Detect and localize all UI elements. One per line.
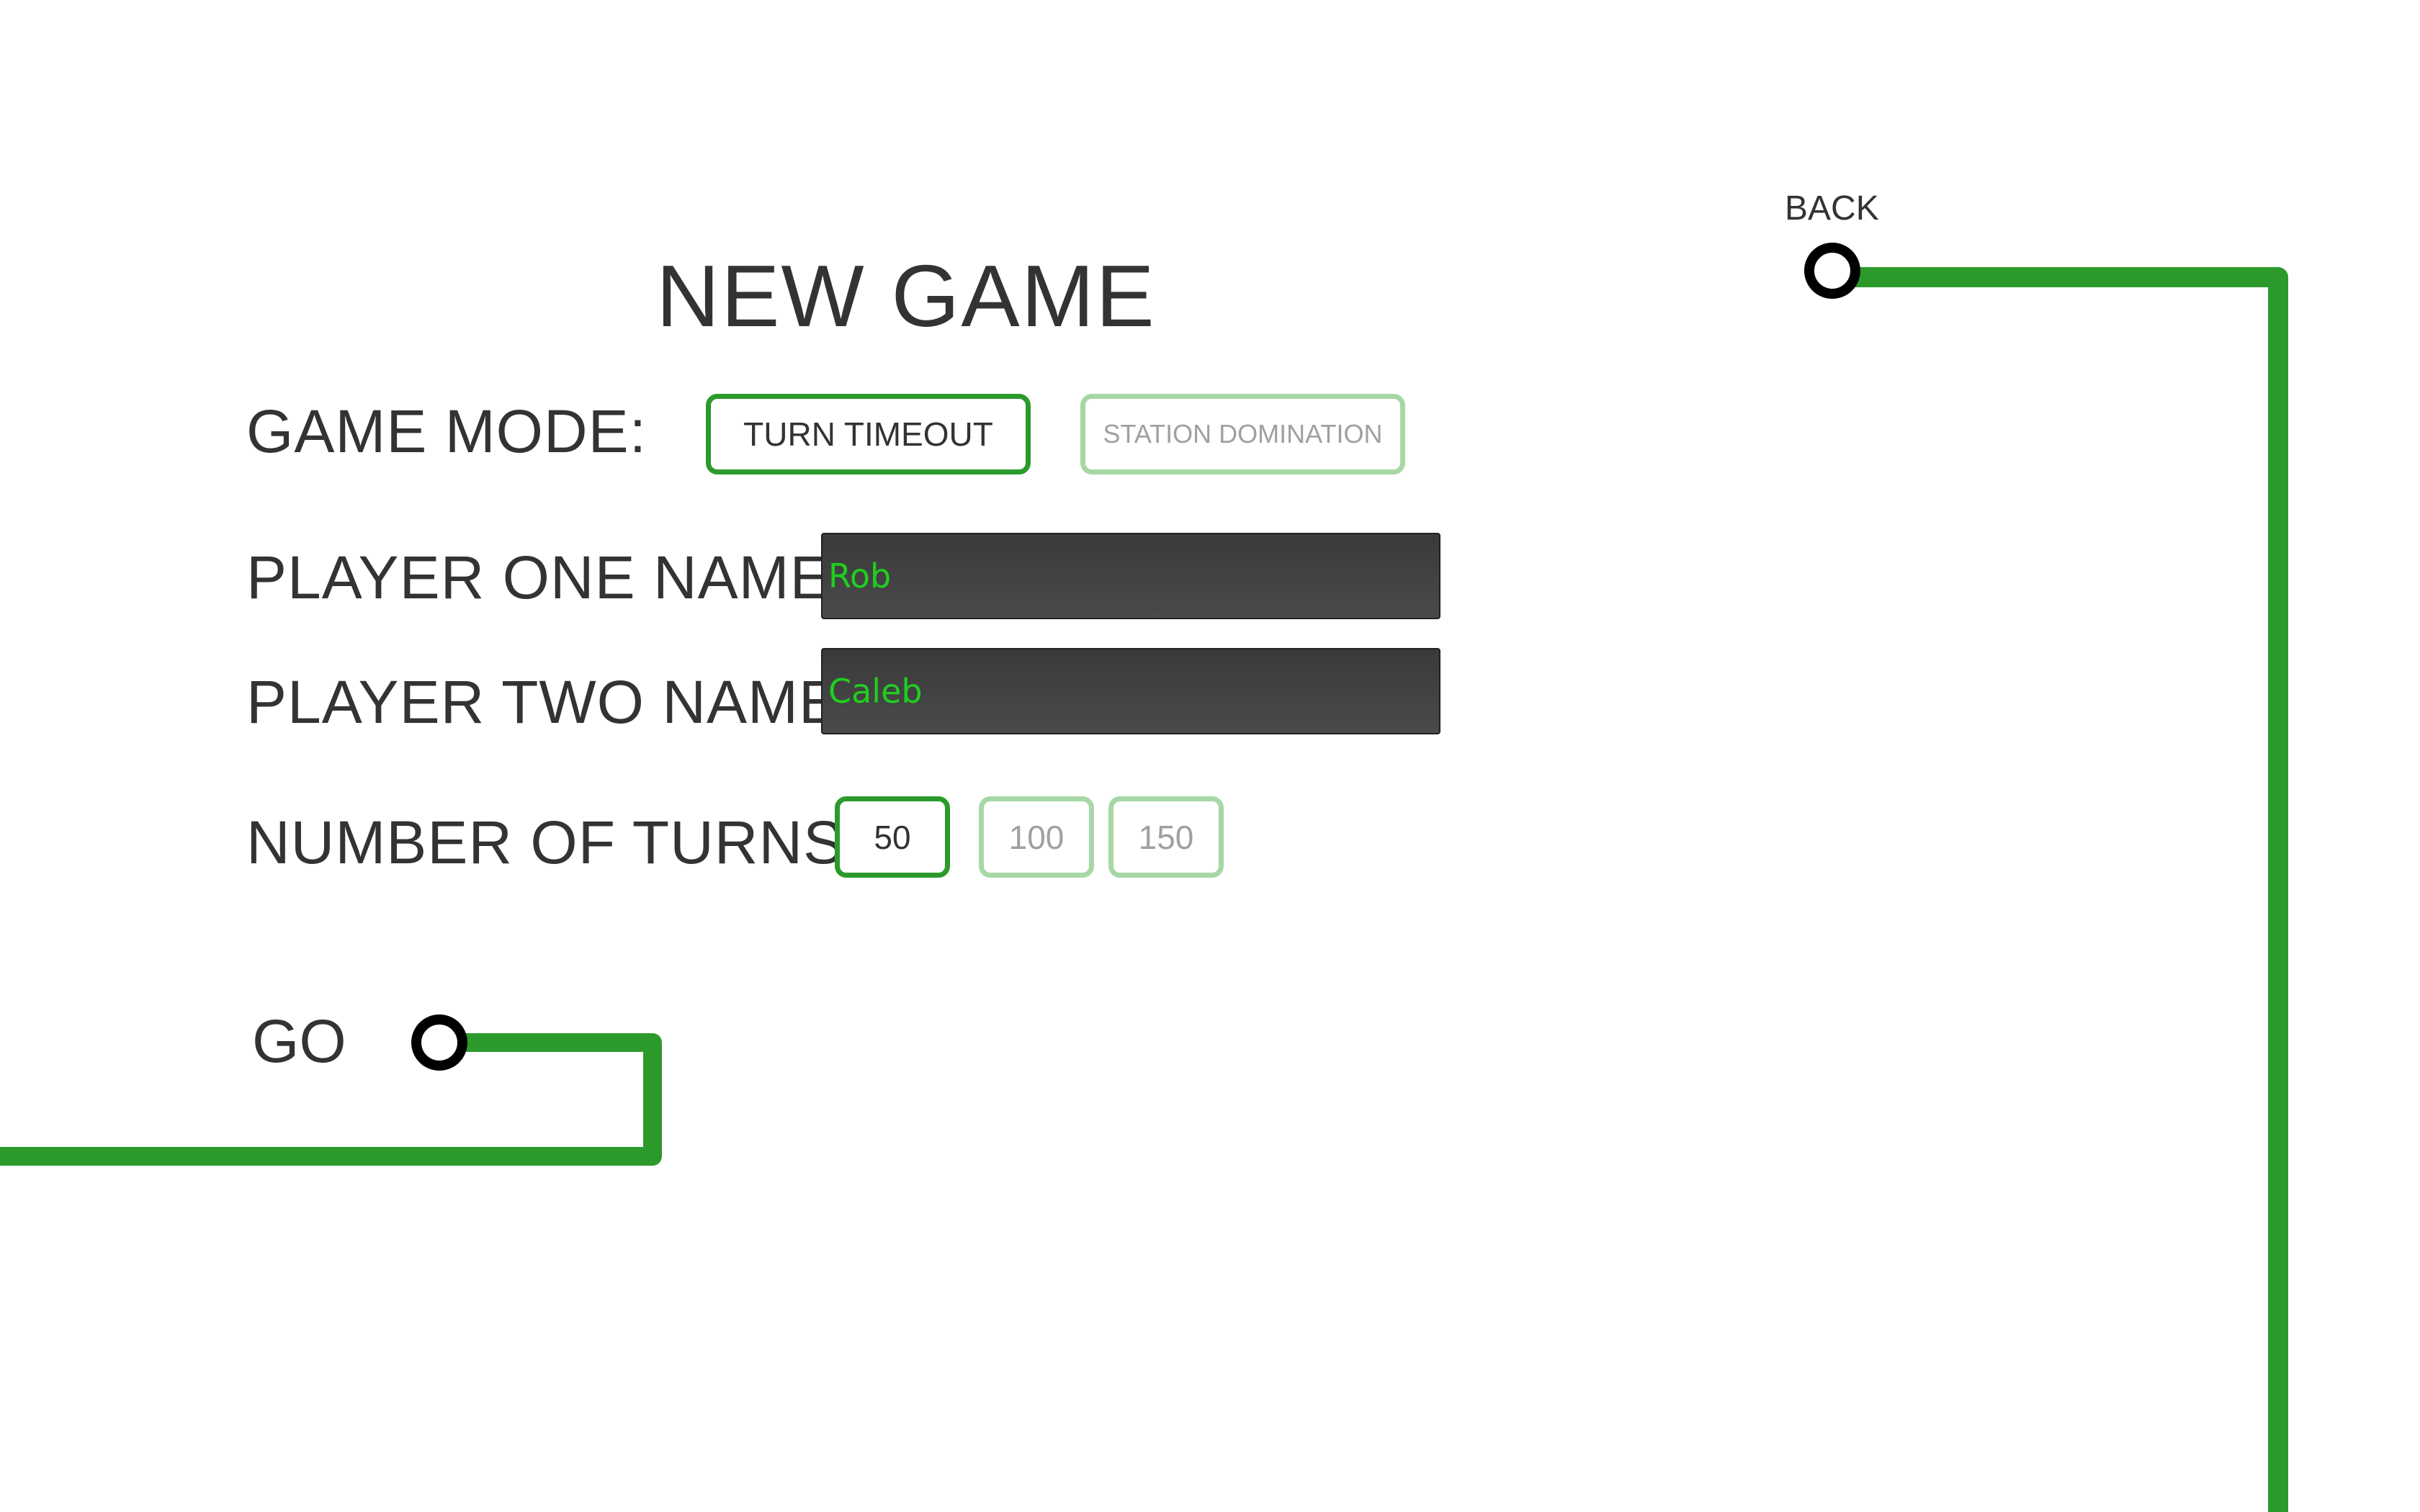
number-of-turns-label: NUMBER OF TURNS: bbox=[246, 809, 862, 876]
player-two-name-input[interactable] bbox=[821, 648, 1440, 734]
track-lines bbox=[0, 267, 2288, 1512]
turns-150-button[interactable]: 150 bbox=[1108, 796, 1224, 878]
turns-50-button[interactable]: 50 bbox=[835, 796, 950, 878]
turn-timeout-button[interactable]: TURN TIMEOUT bbox=[706, 394, 1031, 474]
player-two-label: PLAYER TWO NAME: bbox=[246, 668, 858, 736]
turns-100-button[interactable]: 100 bbox=[979, 796, 1094, 878]
page-title: NEW GAME bbox=[656, 247, 1156, 345]
back-station-icon[interactable] bbox=[1804, 243, 1860, 299]
station-domination-button[interactable]: STATION DOMINATION bbox=[1080, 394, 1405, 474]
player-one-label: PLAYER ONE NAME: bbox=[246, 544, 848, 611]
game-mode-label: GAME MODE: bbox=[246, 397, 647, 465]
back-track-line bbox=[1833, 267, 2288, 1512]
new-game-screen: BACK NEW GAME GAME MODE: TURN TIMEOUT ST… bbox=[0, 0, 2420, 1512]
go-station-icon[interactable] bbox=[411, 1014, 467, 1071]
player-one-name-input[interactable] bbox=[821, 533, 1440, 619]
go-label[interactable]: GO bbox=[252, 1011, 346, 1071]
back-label[interactable]: BACK bbox=[1785, 192, 1879, 226]
